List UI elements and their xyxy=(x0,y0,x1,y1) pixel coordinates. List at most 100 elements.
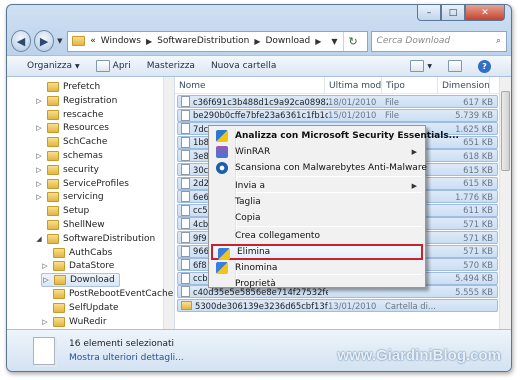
menu-item-label: Copia xyxy=(235,213,261,223)
expand-arrow-icon[interactable]: ▷ xyxy=(41,318,49,326)
expand-arrow-icon[interactable]: ▷ xyxy=(35,180,43,188)
menu-item-elimina[interactable]: Elimina xyxy=(211,244,423,260)
menu-item-winrar[interactable]: WinRAR ▶ xyxy=(211,144,423,160)
folder-icon xyxy=(53,302,65,313)
recent-pages-dropdown[interactable]: ▼ xyxy=(57,37,64,45)
burn-button[interactable]: Masterizza xyxy=(147,61,195,71)
menu-item-analizza[interactable]: Analizza con Microsoft Security Essentia… xyxy=(211,128,459,144)
file-list-scrollbar[interactable] xyxy=(499,77,511,329)
menu-item-label: Rinomina xyxy=(235,263,278,273)
folder-icon xyxy=(53,289,65,299)
address-bar[interactable]: « Windows ▶ SoftwareDistribution ▶ Downl… xyxy=(67,30,368,52)
expand-arrow-icon[interactable]: ▷ xyxy=(41,262,49,270)
expand-arrow-icon[interactable]: ▷ xyxy=(35,166,43,174)
sidebar-item-authcabs[interactable]: AuthCabs xyxy=(41,246,112,260)
expand-arrow-icon[interactable]: ▷ xyxy=(35,152,43,160)
preview-pane-button[interactable] xyxy=(448,60,462,72)
scrollbar-thumb[interactable] xyxy=(501,91,510,171)
breadcrumb-separator-icon[interactable]: ▶ xyxy=(315,37,321,46)
organize-button[interactable]: Organizza ▼ xyxy=(27,61,80,71)
expand-arrow-icon[interactable]: ◢ xyxy=(35,235,43,243)
file-icon xyxy=(181,204,190,216)
menu-item-scansiona[interactable]: Scansiona con Malwarebytes Anti-Malware xyxy=(211,160,427,176)
sidebar-item-wuredir[interactable]: ▷ WuRedir xyxy=(41,315,107,329)
sidebar-item-shellnew[interactable]: ShellNew xyxy=(35,218,105,232)
sidebar-item-rescache[interactable]: rescache xyxy=(35,108,103,122)
folder-icon xyxy=(181,301,192,310)
breadcrumb-windows[interactable]: Windows xyxy=(101,36,141,46)
back-button[interactable]: ◀ xyxy=(11,30,32,52)
column-header-date[interactable]: Ultima modi... xyxy=(325,77,382,94)
sidebar-item-label: WuRedir xyxy=(69,316,107,327)
file-name: 1b8 xyxy=(193,137,209,148)
sidebar-item-resources[interactable]: ▷ Resources xyxy=(35,121,109,135)
sidebar-item-prefetch[interactable]: Prefetch xyxy=(35,80,100,94)
watermark: www.GiardiniBlog.com xyxy=(337,347,501,364)
column-header-size[interactable]: Dimensione xyxy=(438,77,490,94)
menu-item-copia[interactable]: Copia xyxy=(211,210,423,226)
sidebar-item-registration[interactable]: ▷ Registration xyxy=(35,94,117,108)
expand-arrow-icon[interactable]: ▷ xyxy=(35,193,43,201)
sidebar-item-datastore[interactable]: ▷ DataStore xyxy=(41,259,114,273)
table-row[interactable]: 5300de306139e3236d65cbf13fb5defe13/01/20… xyxy=(177,299,498,312)
menu-item-rinomina[interactable]: Rinomina xyxy=(211,260,423,276)
minimize-button[interactable]: – xyxy=(417,5,441,21)
folder-icon xyxy=(47,137,59,148)
sidebar-item-security[interactable]: ▷ security xyxy=(35,163,99,177)
sidebar-item-setup[interactable]: Setup xyxy=(35,204,89,218)
file-type: Cartella di... xyxy=(385,300,436,311)
forward-button[interactable]: ▶ xyxy=(34,30,55,52)
help-button[interactable]: ? xyxy=(478,59,491,73)
expand-arrow-icon[interactable]: ▷ xyxy=(42,276,50,284)
column-header-type[interactable]: Tipo xyxy=(382,77,438,94)
search-input[interactable]: Cerca Download ⌕ xyxy=(370,30,507,52)
sidebar-item-schcache[interactable]: SchCache xyxy=(35,135,107,149)
close-button[interactable]: ✕ xyxy=(465,5,505,21)
navigation-pane[interactable]: Prefetch ▷ Registration rescache ▷ Resources S… xyxy=(7,77,175,329)
refresh-icon[interactable]: ↻ xyxy=(342,31,363,51)
file-size: 571 KB xyxy=(463,246,493,257)
file-icon xyxy=(181,259,190,271)
breadcrumb-download[interactable]: Download xyxy=(265,36,310,46)
menu-item-invia[interactable]: Invia a ▶ xyxy=(211,178,423,194)
table-row[interactable]: c36f691c3b488d1c9a92ca0898286c7...18/01/… xyxy=(177,95,498,108)
sidebar-item-serviceprofiles[interactable]: ▷ ServiceProfiles xyxy=(35,177,129,191)
menu-item-crea[interactable]: Crea collegamento xyxy=(211,228,423,244)
more-details-link[interactable]: Mostra ulteriori dettagli... xyxy=(69,353,184,363)
menu-item-taglia[interactable]: Taglia xyxy=(211,194,423,210)
sidebar-item-postrebooteventcache[interactable]: PostRebootEventCache xyxy=(41,287,173,301)
breadcrumb-separator-icon[interactable]: ▶ xyxy=(254,37,260,46)
expand-arrow-icon[interactable]: ▷ xyxy=(35,97,43,105)
search-icon[interactable]: ⌕ xyxy=(496,36,501,46)
file-size: 5.555 KB xyxy=(455,286,493,297)
sidebar-item-selfupdate[interactable]: SelfUpdate xyxy=(41,301,119,315)
file-type: File xyxy=(385,110,400,121)
expand-arrow-icon[interactable]: ▷ xyxy=(35,124,43,132)
sidebar-item-label: schemas xyxy=(63,151,103,161)
view-icon xyxy=(410,60,425,72)
breadcrumb-separator-icon[interactable]: ▶ xyxy=(146,37,152,46)
file-name: 966 xyxy=(193,246,209,257)
winrar-icon xyxy=(216,146,228,158)
open-button[interactable]: Apri xyxy=(95,60,131,72)
sidebar-item-download[interactable]: ▷ Download xyxy=(41,273,120,288)
file-size: 615 KB xyxy=(463,178,493,189)
sidebar-item-label: Setup xyxy=(63,206,90,217)
address-dropdown-icon[interactable]: ▼ xyxy=(331,37,337,46)
back-arrow-icon: ◀ xyxy=(16,34,26,48)
menu-item-proprietà[interactable]: Proprietà xyxy=(211,276,423,292)
file-name-cell: 5300de306139e3236d65cbf13fb5defe xyxy=(178,301,328,311)
folder-icon xyxy=(47,123,59,134)
breadcrumb-softwaredistribution[interactable]: SoftwareDistribution xyxy=(157,36,249,46)
maximize-button[interactable]: □ xyxy=(441,5,465,21)
breadcrumb-overflow[interactable]: « xyxy=(90,36,96,46)
sidebar-item-servicing[interactable]: ▷ servicing xyxy=(35,190,104,204)
table-row[interactable]: be290b0cffe7bfe23a6361c1fb1d96ea...15/01… xyxy=(177,108,498,122)
new-folder-button[interactable]: Nuova cartella xyxy=(211,61,276,71)
folder-icon xyxy=(47,178,59,189)
file-name: 30c xyxy=(193,164,209,175)
column-header-name[interactable]: Nome xyxy=(175,77,325,94)
sidebar-item-softwaredistribution[interactable]: ◢ SoftwareDistribution xyxy=(35,232,155,246)
view-options-button[interactable]: ▼ xyxy=(410,60,432,72)
sidebar-item-schemas[interactable]: ▷ schemas xyxy=(35,149,103,163)
